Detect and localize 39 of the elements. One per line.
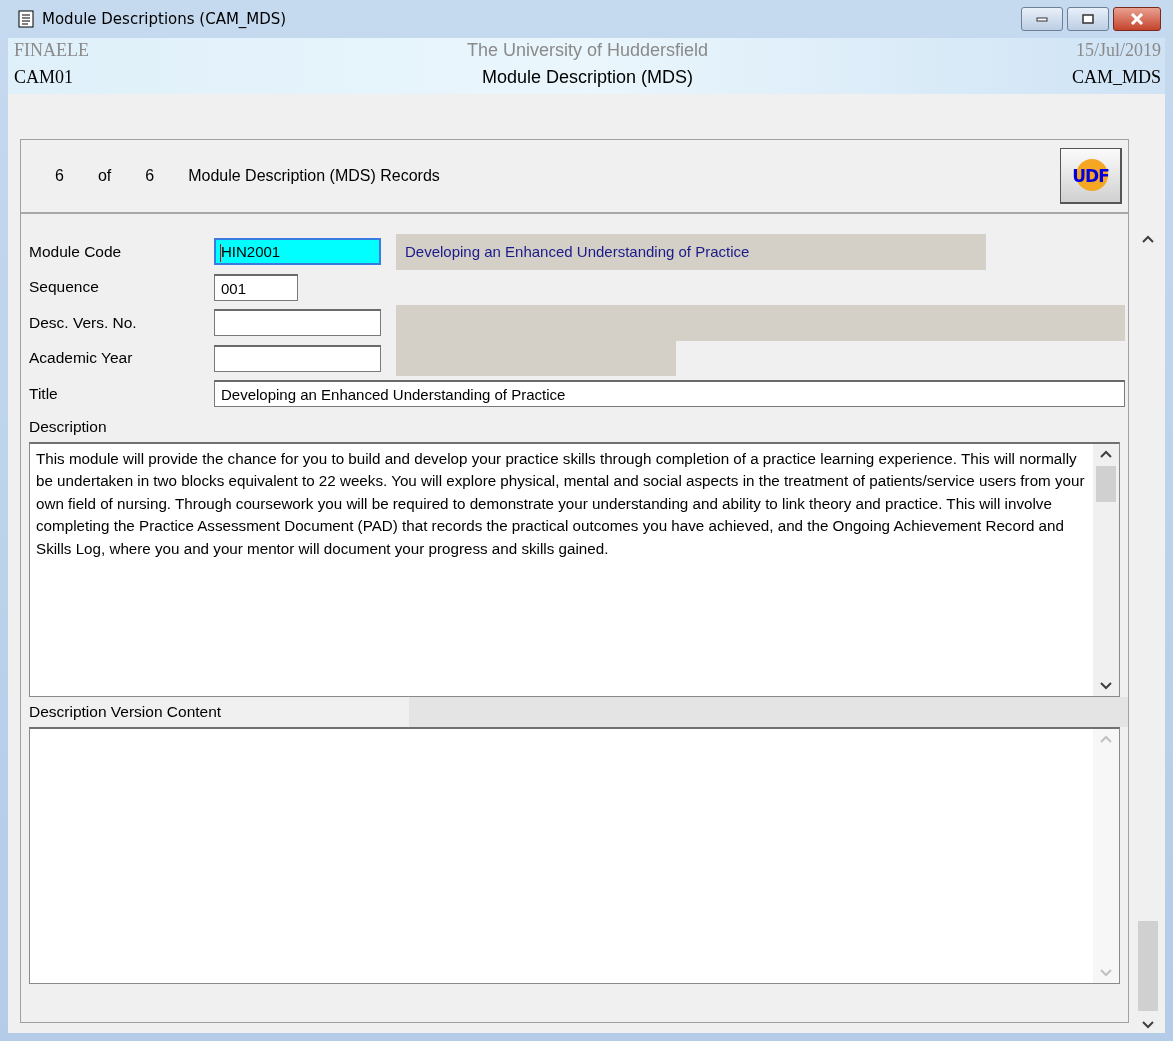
- close-icon: [1130, 13, 1144, 25]
- field-label: Sequence: [29, 278, 100, 297]
- readonly-field: Developing an Enhanced Understanding of Practice: [396, 233, 986, 270]
- scroll-down-icon[interactable]: [1100, 681, 1112, 690]
- scrollbar-thumb[interactable]: [1096, 465, 1116, 502]
- scroll-down-icon[interactable]: [1142, 1021, 1154, 1029]
- field-label: Module Code: [29, 242, 123, 261]
- record-total: 6: [145, 167, 155, 185]
- institution-name: The University of Huddersfield: [466, 40, 709, 61]
- maximize-button[interactable]: [1067, 7, 1109, 31]
- form-code: CAM_MDS: [1070, 67, 1161, 88]
- form-title: Module Description (MDS): [480, 67, 694, 88]
- scroll-up-icon[interactable]: [1100, 449, 1112, 458]
- field-label: Desc. Vers. No.: [29, 313, 138, 332]
- description-textarea[interactable]: [29, 441, 1120, 697]
- minimize-icon: [1036, 16, 1048, 22]
- field-label: Description Version Content: [29, 702, 222, 720]
- date-label: 15/Jul/2019: [1075, 40, 1161, 61]
- field-label: Title: [29, 384, 59, 403]
- input-field[interactable]: HIN2001: [214, 238, 381, 266]
- field-label: Academic Year: [29, 349, 134, 368]
- field-label: Description: [29, 417, 107, 435]
- description-text: This module will provide the chance for you to build and develop your practice skills through completion of a practice learning experience. This will normally be undertaken in two blocks equivalent to 22 weeks. You will explore physical, mental and social aspects in the treatment of patients/service users from your own field of nursing. Through coursework you will be required to demonstrate your understanding and ability to link theory and practice. This will involve completing the Practice Assessment Document (PAD) that records the practical outcomes you have achieved, and the Ongoing Achievement Record and Skills Log, where you and your mentor will document your progress and skills gained.: [35, 448, 1086, 559]
- input-field[interactable]: 001: [214, 273, 298, 301]
- document-icon: [18, 10, 34, 28]
- input-field[interactable]: [214, 309, 381, 337]
- input-field[interactable]: Developing an Enhanced Understanding of Practice: [214, 380, 1125, 408]
- maximize-icon: [1082, 14, 1094, 24]
- close-button[interactable]: [1113, 7, 1161, 31]
- record-number: 6: [55, 167, 64, 185]
- scroll-up-icon[interactable]: [1142, 235, 1154, 243]
- window-title: Module Descriptions (CAM_MDS): [42, 10, 287, 28]
- form-group-label: CAM01: [14, 67, 74, 88]
- of-label: of: [97, 167, 112, 185]
- scrollbar-thumb[interactable]: [1138, 921, 1158, 1011]
- minimize-button[interactable]: [1021, 7, 1063, 31]
- input-field[interactable]: [214, 344, 381, 372]
- database-name: FINAELE: [14, 40, 90, 61]
- records-label: Module Description (MDS) Records: [188, 167, 440, 185]
